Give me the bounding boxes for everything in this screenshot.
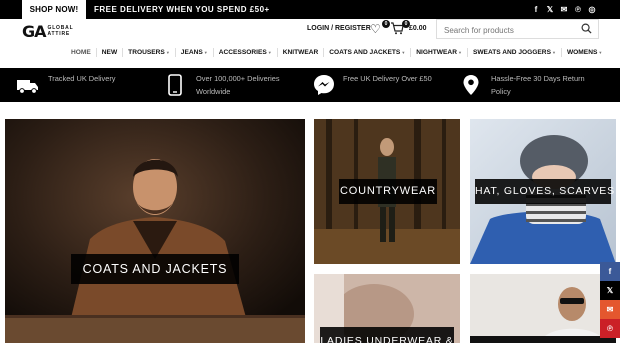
coats-and-jackets-image xyxy=(5,119,305,343)
messenger-icon xyxy=(314,75,334,95)
features-strip: Tracked UK Delivery Over 100,000+ Delive… xyxy=(0,68,620,102)
category-tile-hats-gloves-scarves[interactable]: HAT, GLOVES, SCARVES xyxy=(470,119,616,264)
floating-share-bar: f 𝕏 ✉ ℗ xyxy=(600,262,620,338)
location-pin-icon xyxy=(463,75,479,95)
category-tile-menswear[interactable] xyxy=(470,274,616,343)
free-delivery-promo: FREE DELIVERY WHEN YOU SPEND £50+ xyxy=(94,5,270,14)
nav-sweats-and-joggers[interactable]: SWEATS AND JOGGERS▼ xyxy=(468,49,561,56)
category-tile-ladies-underwear[interactable]: LADIES UNDERWEAR & xyxy=(314,274,460,343)
top-social-links: f 𝕏 ✉ ℗ ◎ xyxy=(532,0,596,19)
delivery-truck-icon xyxy=(17,80,38,94)
pinterest-icon[interactable]: ℗ xyxy=(600,319,620,338)
login-register-link[interactable]: LOGIN / REGISTER xyxy=(307,19,371,43)
whatsapp-icon[interactable]: ◎ xyxy=(588,0,596,19)
feature-text-line2: Policy xyxy=(491,87,511,96)
search-box xyxy=(436,19,599,40)
feature-text: Hassle-Free 30 Days Return xyxy=(491,74,585,83)
category-tile-coats-and-jackets[interactable]: COATS AND JACKETS xyxy=(5,119,305,343)
top-announcement-bar: SHOP NOW! FREE DELIVERY WHEN YOU SPEND £… xyxy=(0,0,620,19)
tile-label-countrywear: COUNTRYWEAR xyxy=(339,179,437,204)
feature-text: Free UK Delivery Over £50 xyxy=(343,74,432,83)
chevron-down-icon: ▼ xyxy=(203,49,208,55)
cart-total[interactable]: £0.00 xyxy=(409,19,427,43)
nav-womens[interactable]: WOMENS▼ xyxy=(562,49,607,56)
nav-nightwear-label: NIGHTWEAR xyxy=(416,48,457,56)
pinterest-icon[interactable]: ℗ xyxy=(574,0,582,19)
feature-text: Tracked UK Delivery xyxy=(48,74,116,83)
email-icon[interactable]: ✉ xyxy=(600,300,620,319)
feature-text-line2: Worldwide xyxy=(196,87,231,96)
heart-icon: ♡ xyxy=(370,22,381,36)
chevron-down-icon: ▼ xyxy=(457,49,462,55)
category-tile-countrywear[interactable]: COUNTRYWEAR xyxy=(314,119,460,264)
site-header: GA GLOBAL ATTIRE LOGIN / REGISTER ♡ 0 0 … xyxy=(0,19,620,43)
email-icon[interactable]: ✉ xyxy=(560,0,568,19)
nav-nightwear[interactable]: NIGHTWEAR▼ xyxy=(411,49,467,56)
nav-home[interactable]: HOME xyxy=(66,49,96,56)
tile-label-ladies-underwear: LADIES UNDERWEAR & xyxy=(320,327,454,343)
phone-icon xyxy=(168,74,182,96)
logo-mark: GA xyxy=(22,21,46,41)
cart-button[interactable]: 0 xyxy=(390,20,410,38)
facebook-icon[interactable]: f xyxy=(600,262,620,281)
logo-words: GLOBAL ATTIRE xyxy=(48,25,74,37)
nav-trousers-label: TROUSERS xyxy=(128,48,165,56)
x-icon[interactable]: 𝕏 xyxy=(600,281,620,300)
search-input[interactable] xyxy=(437,21,577,40)
x-icon[interactable]: 𝕏 xyxy=(546,0,554,19)
nav-trousers[interactable]: TROUSERS▼ xyxy=(123,49,175,56)
wishlist-count-badge: 0 xyxy=(382,20,390,28)
nav-sweats-label: SWEATS AND JOGGERS xyxy=(472,48,551,56)
facebook-icon[interactable]: f xyxy=(532,0,540,19)
chevron-down-icon: ▼ xyxy=(551,49,556,55)
chevron-down-icon: ▼ xyxy=(267,49,272,55)
shop-now-button[interactable]: SHOP NOW! xyxy=(22,0,86,19)
tile-label-coats-and-jackets: COATS AND JACKETS xyxy=(71,254,239,284)
nav-coats-and-jackets[interactable]: COATS AND JACKETS▼ xyxy=(324,49,410,56)
nav-jeans[interactable]: JEANS▼ xyxy=(176,49,213,56)
site-logo[interactable]: GA GLOBAL ATTIRE xyxy=(22,21,74,41)
feature-text: Over 100,000+ Deliveries xyxy=(196,74,280,83)
search-icon[interactable] xyxy=(581,23,592,34)
chevron-down-icon: ▼ xyxy=(165,49,170,55)
nav-coats-label: COATS AND JACKETS xyxy=(329,48,401,56)
nav-accessories-label: ACCESSORIES xyxy=(218,48,267,56)
tile-label-hats-gloves-scarves: HAT, GLOVES, SCARVES xyxy=(475,179,614,204)
nav-new[interactable]: NEW xyxy=(97,49,122,56)
nav-knitwear[interactable]: KNITWEAR xyxy=(278,49,324,56)
main-navigation: HOME NEW TROUSERS▼ JEANS▼ ACCESSORIES▼ K… xyxy=(66,45,607,59)
logo-line-attire: ATTIRE xyxy=(47,31,70,37)
chevron-down-icon: ▼ xyxy=(598,49,603,55)
nav-accessories[interactable]: ACCESSORIES▼ xyxy=(214,49,277,56)
wishlist-button[interactable]: ♡ 0 xyxy=(370,20,390,38)
nav-jeans-label: JEANS xyxy=(180,48,203,56)
chevron-down-icon: ▼ xyxy=(401,49,406,55)
nav-womens-label: WOMENS xyxy=(566,48,598,56)
menswear-image xyxy=(470,274,616,343)
